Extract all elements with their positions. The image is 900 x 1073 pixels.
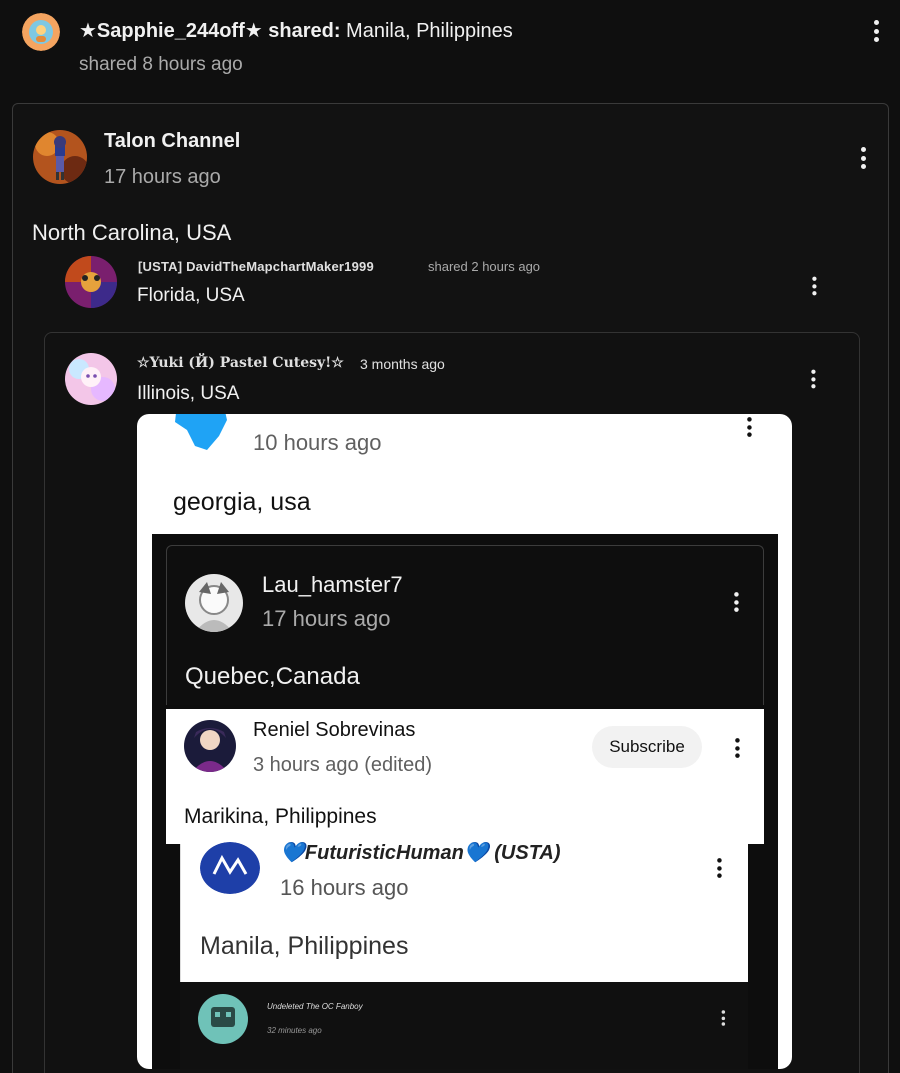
yuki-time: 3 months ago — [360, 356, 445, 372]
talon-post-text: North Carolina, USA — [32, 220, 232, 245]
lau-avatar — [185, 574, 243, 632]
futuristic-time: 16 hours ago — [280, 875, 409, 900]
state-map-icon — [175, 414, 227, 450]
david-name[interactable]: [USTA] DavidTheMapchartMaker1999 — [138, 259, 374, 274]
share-title: ★Sapphie_244off★ shared: Manila, Philipp… — [79, 18, 513, 43]
reniel-post-text: Marikina, Philippines — [184, 805, 377, 828]
sharer-avatar[interactable] — [22, 13, 60, 51]
reniel-name: Reniel Sobrevinas — [253, 719, 416, 741]
undeleted-time: 32 minutes ago — [267, 1026, 322, 1035]
talon-name[interactable]: Talon Channel — [104, 130, 240, 153]
reniel-time: 3 hours ago (edited) — [253, 754, 433, 776]
talon-time: 17 hours ago — [104, 166, 221, 188]
more-vert-icon — [745, 417, 752, 437]
yuki-name[interactable]: ☆Yuki (Й) Pastel Cutesy!☆ — [137, 355, 344, 371]
yuki-post-text: Illinois, USA — [137, 383, 240, 404]
embedded-screenshot[interactable]: 10 hours ago georgia, usa Lau_hamster7 1… — [137, 414, 792, 1069]
undeleted-name: Undeleted The OC Fanboy — [267, 1002, 363, 1011]
yuki-avatar[interactable] — [65, 353, 117, 405]
undeleted-card — [180, 982, 748, 1069]
lau-time: 17 hours ago — [262, 606, 391, 631]
reniel-avatar — [184, 720, 236, 772]
undeleted-avatar — [198, 994, 248, 1044]
embed-top-time: 10 hours ago — [253, 430, 382, 455]
david-post-text: Florida, USA — [137, 285, 245, 306]
david-shared-time: shared 2 hours ago — [428, 259, 541, 274]
more-vert-icon[interactable] — [810, 369, 817, 389]
lau-name: Lau_hamster7 — [262, 572, 403, 597]
sharer-name[interactable]: ★Sapphie_244off★ — [79, 20, 263, 42]
futuristic-post-text: Manila, Philippines — [200, 932, 409, 960]
more-vert-icon — [733, 738, 740, 758]
more-vert-icon — [732, 592, 739, 612]
subscribe-button: Subscribe — [592, 726, 702, 768]
share-time: shared 8 hours ago — [79, 54, 243, 75]
share-location: Manila, Philippines — [346, 20, 513, 42]
embed-top-text: georgia, usa — [173, 488, 311, 516]
david-avatar[interactable] — [65, 256, 117, 308]
more-vert-icon[interactable] — [859, 147, 867, 169]
futuristic-avatar — [200, 842, 260, 894]
lau-post-text: Quebec,Canada — [185, 663, 360, 690]
talon-avatar[interactable] — [33, 130, 87, 184]
more-vert-icon — [715, 858, 722, 878]
more-vert-icon — [720, 1010, 726, 1026]
more-vert-icon[interactable] — [872, 20, 880, 42]
futuristic-name: 💙FuturisticHuman💙 (USTA) — [280, 842, 561, 864]
more-vert-icon[interactable] — [811, 276, 818, 296]
share-action: shared: — [262, 20, 347, 42]
